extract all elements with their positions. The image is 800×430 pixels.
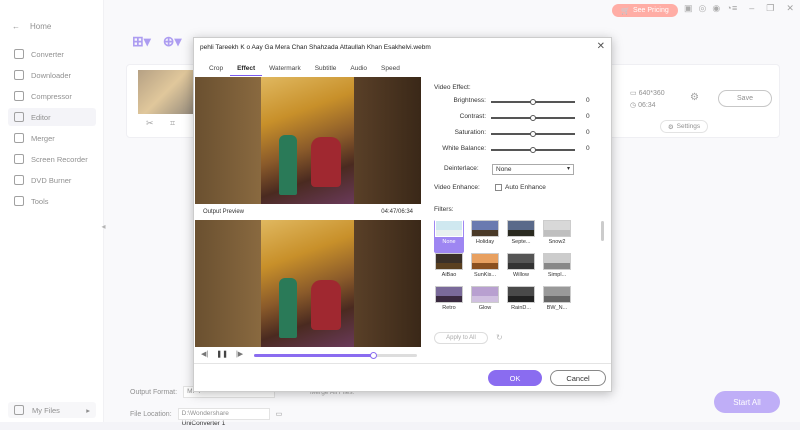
video-effect-label: Video Effect: xyxy=(434,84,471,91)
brightness-value: 0 xyxy=(586,97,590,104)
auto-enhance-label: Auto Enhance xyxy=(505,184,546,191)
saturation-label: Saturation: xyxy=(454,129,486,136)
time-display: 04:47/06:34 xyxy=(381,209,413,215)
filter-thumbnail xyxy=(471,286,499,303)
filter-thumbnail xyxy=(435,286,463,303)
saturation-slider-row: Saturation: 0 xyxy=(434,128,604,138)
filter-label: RainD... xyxy=(511,305,531,311)
tab-effect[interactable]: Effect xyxy=(230,64,263,76)
filter-item[interactable]: Glow xyxy=(470,286,500,319)
filter-thumbnail xyxy=(471,220,499,237)
brightness-slider-row: Brightness: 0 xyxy=(434,96,604,106)
tab-bar: Crop Effect Watermark Subtitle Audio Spe… xyxy=(194,64,611,76)
previous-frame-icon[interactable]: ◀| xyxy=(201,350,208,358)
slider-knob[interactable] xyxy=(530,146,536,153)
filter-label: BW_N... xyxy=(546,305,568,311)
filter-thumbnail xyxy=(543,253,571,270)
ok-button[interactable]: OK xyxy=(488,370,542,386)
video-frame xyxy=(261,220,354,347)
filter-item[interactable]: Holiday xyxy=(470,220,500,253)
filter-thumbnail xyxy=(507,220,535,237)
filter-thumbnail xyxy=(471,253,499,270)
filter-thumbnail xyxy=(507,286,535,303)
deinterlace-select[interactable]: None ▾ xyxy=(492,164,574,175)
white-balance-slider-row: White Balance: 0 xyxy=(434,144,604,154)
close-icon[interactable]: ✕ xyxy=(597,41,605,52)
brightness-slider[interactable] xyxy=(491,98,575,105)
filter-item[interactable]: RainD... xyxy=(506,286,536,319)
editor-dialog: pehli Tareekh K o Aay Ga Mera Chan Shahz… xyxy=(193,37,612,392)
filter-item[interactable]: None xyxy=(434,220,464,253)
filter-label: AiBao xyxy=(441,272,457,278)
auto-enhance-checkbox[interactable] xyxy=(495,184,502,191)
contrast-slider-row: Contrast: 0 xyxy=(434,112,604,122)
filter-label: Holiday xyxy=(475,239,495,245)
tab-speed[interactable]: Speed xyxy=(374,64,407,76)
filter-label: Glow xyxy=(478,305,492,311)
saturation-slider[interactable] xyxy=(491,130,575,137)
filters-grid: None Holiday Septe... Snow2 AiBao SunKis... Wi… xyxy=(434,220,594,320)
filter-label: None xyxy=(442,239,456,245)
filter-item[interactable]: Simpl... xyxy=(542,253,572,286)
filter-label: Retro xyxy=(442,305,456,311)
filter-thumbnail xyxy=(435,220,463,237)
filter-label: Septe... xyxy=(511,239,531,245)
saturation-value: 0 xyxy=(586,129,590,136)
video-frame xyxy=(261,77,354,204)
contrast-value: 0 xyxy=(586,113,590,120)
filter-item[interactable]: AiBao xyxy=(434,253,464,286)
contrast-slider[interactable] xyxy=(491,114,575,121)
chevron-down-icon: ▾ xyxy=(566,166,570,172)
dialog-footer-divider xyxy=(194,363,611,364)
filter-label: Simpl... xyxy=(547,272,567,278)
progress-knob[interactable] xyxy=(369,352,377,359)
apply-to-all-button[interactable]: Apply to All xyxy=(434,332,488,344)
deinterlace-value: None xyxy=(496,166,512,173)
deinterlace-label: Deinterlace: xyxy=(444,165,479,172)
tab-subtitle[interactable]: Subtitle xyxy=(308,64,344,76)
slider-knob[interactable] xyxy=(530,114,536,121)
white-balance-label: White Balance: xyxy=(442,145,486,152)
contrast-label: Contrast: xyxy=(459,113,486,120)
filter-thumbnail xyxy=(507,253,535,270)
filter-thumbnail xyxy=(543,220,571,237)
filter-item[interactable]: SunKis... xyxy=(470,253,500,286)
filter-item[interactable]: BW_N... xyxy=(542,286,572,319)
filters-label: Filters: xyxy=(434,206,454,213)
dialog-title: pehli Tareekh K o Aay Ga Mera Chan Shahz… xyxy=(200,44,431,51)
next-frame-icon[interactable]: |▶ xyxy=(236,350,243,358)
filter-label: Snow2 xyxy=(548,239,566,245)
reset-icon[interactable]: ↻ xyxy=(496,333,503,342)
filter-item[interactable]: Willow xyxy=(506,253,536,286)
filter-label: Willow xyxy=(513,272,529,278)
cancel-button[interactable]: Cancel xyxy=(550,370,606,386)
original-video-preview xyxy=(195,77,421,204)
filter-item[interactable]: Snow2 xyxy=(542,220,572,253)
filter-thumbnail xyxy=(435,253,463,270)
tab-audio[interactable]: Audio xyxy=(343,64,374,76)
white-balance-value: 0 xyxy=(586,145,590,152)
slider-knob[interactable] xyxy=(530,130,536,137)
filter-thumbnail xyxy=(543,286,571,303)
pause-icon[interactable]: ❚❚ xyxy=(216,350,228,358)
tab-crop[interactable]: Crop xyxy=(202,64,230,76)
filter-label: SunKis... xyxy=(473,272,496,278)
video-enhance-label: Video Enhance: xyxy=(434,184,480,191)
output-preview-bar: Output Preview 04:47/06:34 xyxy=(195,205,421,219)
tab-watermark[interactable]: Watermark xyxy=(262,64,308,76)
brightness-label: Brightness: xyxy=(453,97,486,104)
video-enhance-row: Video Enhance: Auto Enhance xyxy=(434,183,604,195)
slider-knob[interactable] xyxy=(530,98,536,105)
filter-item[interactable]: Septe... xyxy=(506,220,536,253)
output-video-preview xyxy=(195,220,421,347)
playback-progress[interactable] xyxy=(254,352,417,359)
white-balance-slider[interactable] xyxy=(491,146,575,153)
output-preview-label: Output Preview xyxy=(203,209,245,215)
filter-item[interactable]: Retro xyxy=(434,286,464,319)
filters-scrollbar[interactable] xyxy=(601,221,604,241)
deinterlace-row: Deinterlace: None ▾ xyxy=(434,164,604,176)
